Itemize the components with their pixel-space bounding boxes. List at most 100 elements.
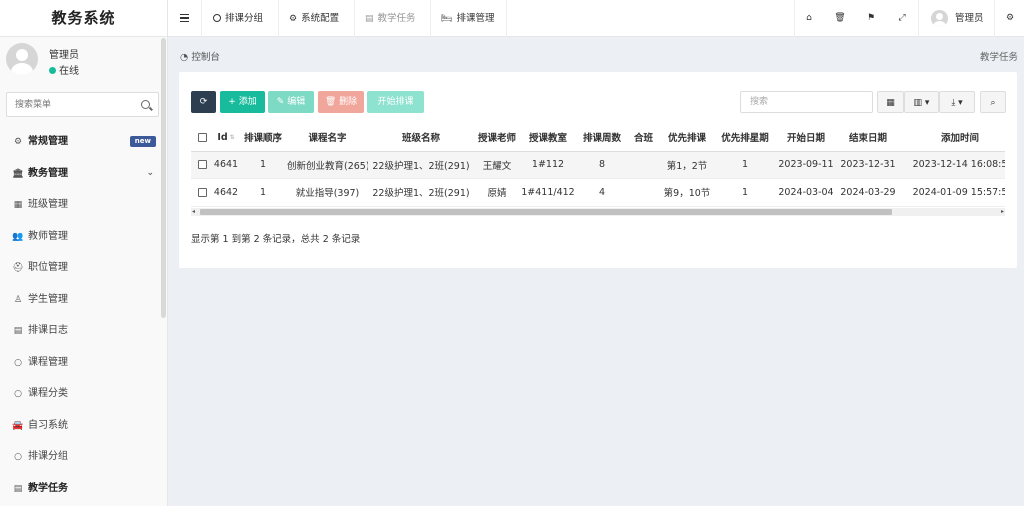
table-cell: 第9，10节 [659, 178, 715, 207]
table-cell: 4642 [213, 178, 239, 207]
edit-button[interactable]: ✎ 编辑 [268, 91, 314, 113]
column-header: 排课顺序 [239, 124, 287, 152]
column-header[interactable]: Id ⇅ [213, 124, 239, 152]
table-cell: 2023-12-31 [837, 151, 899, 179]
table-cell: 2024-03-29 [837, 178, 899, 207]
tab-teaching-tasks[interactable]: ▤ 教学任务 [365, 0, 416, 37]
tab-schedule-manage[interactable]: 🛏 排课管理 [441, 0, 494, 37]
table-icon: ▦ [886, 98, 895, 108]
sidebar-item-general[interactable]: ⚙ 常规管理 new [0, 126, 160, 158]
breadcrumb-dashboard[interactable]: ◔ 控制台 [180, 49, 220, 63]
scroll-right-icon[interactable]: ▸ [1001, 208, 1004, 216]
sidebar-item-positions[interactable]: ⛑ 职位管理 [0, 252, 160, 284]
sidebar-item-teachers[interactable]: 👥 教师管理 [0, 221, 160, 253]
user-status-text: 在线 [59, 66, 79, 77]
tab-label: 排课管理 [456, 13, 495, 24]
sidebar-item-self-study[interactable]: 🚘 自习系统 [0, 410, 160, 442]
table-cell: 1 [715, 151, 775, 179]
download-icon: ⤓ ▾ [951, 98, 963, 108]
columns-button[interactable]: ▥ ▾ [904, 91, 939, 113]
sidebar-item-courses[interactable]: ○ 课程管理 [0, 347, 160, 379]
row-checkbox[interactable] [197, 187, 207, 197]
sidebar-item-label: 职位管理 [28, 262, 68, 273]
bed-icon: 🛏 [441, 14, 453, 24]
sidebar-item-label: 教务管理 [28, 167, 68, 179]
table-cell: 2024-01-09 15:57:5 [899, 178, 1005, 207]
table-cell: 第1，2节 [659, 151, 715, 179]
table-row[interactable]: 4641 1 创新创业教育(265) 22级护理1、2班(291) 王耀文 1#… [191, 151, 1005, 179]
breadcrumb-label: 控制台 [191, 52, 220, 63]
top-navbar: 排课分组 ⚙ 系统配置 ▤ 教学任务 🛏 排课管理 ⌂ 🗑 ⚑ ⤢ 管理员 ⚙ [168, 0, 1024, 37]
tab-schedule-group[interactable]: 排课分组 [213, 0, 263, 37]
sidebar-item-label: 常规管理 [28, 136, 68, 147]
toggle-view-button[interactable]: ▦ [877, 91, 904, 113]
start-schedule-button[interactable]: 开始排课 [367, 91, 424, 113]
column-header: 班级名称 [368, 124, 474, 152]
sidebar-item-students[interactable]: ♙ 学生管理 [0, 284, 160, 316]
table-cell [628, 151, 659, 179]
menu-search-input[interactable] [7, 93, 132, 116]
select-all-checkbox[interactable] [197, 132, 207, 142]
dashboard-icon: ◔ [180, 52, 192, 63]
column-header: 课程名字 [287, 124, 368, 152]
menu-toggle-icon[interactable] [180, 14, 189, 22]
table-cell: 22级护理1、2班(291) [368, 151, 474, 179]
sidebar-item-label: 排课分组 [28, 451, 68, 462]
sidebar-item-teaching-tasks[interactable]: ▤ 教学任务 [0, 473, 160, 505]
sidebar-item-label: 排课日志 [28, 325, 68, 336]
sidebar-item-label: 教学任务 [28, 482, 68, 494]
user-status: 在线 [49, 62, 79, 77]
sort-icon: ⇅ [229, 133, 235, 141]
table-cell: 就业指导(397) [287, 178, 368, 207]
nav-divider [201, 0, 202, 37]
column-header: 开始日期 [775, 124, 837, 152]
table-horizontal-scrollbar[interactable]: ◂ ▸ [191, 208, 1005, 216]
sidebar-item-schedule-log[interactable]: ▤ 排课日志 [0, 315, 160, 347]
fullscreen-icon[interactable]: ⤢ [888, 0, 916, 37]
column-header: 优先排星期 [715, 124, 775, 152]
nav-divider [430, 0, 431, 37]
table-cell: 4 [576, 178, 628, 207]
student-icon: ♙ [13, 294, 23, 305]
scrollbar-thumb[interactable] [200, 209, 892, 215]
row-checkbox[interactable] [197, 160, 207, 170]
sidebar-item-course-category[interactable]: ○ 课程分类 [0, 378, 160, 410]
sidebar-scrollbar[interactable] [161, 38, 166, 318]
sidebar-item-label: 课程分类 [28, 388, 68, 399]
home-icon[interactable]: ⌂ [795, 0, 823, 37]
table-row[interactable]: 4642 1 就业指导(397) 22级护理1、2班(291) 原婧 1#411… [191, 178, 1005, 207]
top-user-name[interactable]: 管理员 [955, 0, 984, 37]
language-icon[interactable]: ⚑ [857, 0, 885, 37]
search-icon[interactable] [141, 100, 150, 109]
users-icon: 👥 [12, 231, 24, 242]
sidebar-item-label: 自习系统 [28, 419, 68, 431]
sidebar-item-classes[interactable]: ▦ 班级管理 [0, 189, 160, 221]
online-dot-icon [49, 67, 56, 74]
tab-system-config[interactable]: ⚙ 系统配置 [289, 0, 339, 37]
refresh-icon: ⟳ [199, 97, 208, 107]
table-cell: 1 [239, 178, 287, 207]
add-button[interactable]: + 添加 [220, 91, 265, 113]
refresh-button[interactable]: ⟳ [191, 91, 216, 113]
table-search-input[interactable]: 搜索 [740, 91, 873, 113]
table-cell: 2023-12-14 16:08:5 [899, 151, 1005, 179]
app-logo[interactable]: 教务系统 [0, 0, 167, 37]
scroll-left-icon[interactable]: ◂ [192, 208, 195, 216]
cogs-icon[interactable]: ⚙ [996, 0, 1024, 37]
sidebar-item-schedule-group[interactable]: ○ 排课分组 [0, 441, 160, 473]
nav-divider [918, 0, 919, 37]
new-badge: new [129, 136, 156, 147]
top-user-avatar[interactable] [931, 10, 948, 27]
trash-icon[interactable]: 🗑 [826, 0, 854, 37]
institution-icon: 🏛 [12, 168, 24, 179]
sidebar-item-label: 教师管理 [28, 230, 68, 242]
sidebar-item-academic[interactable]: 🏛 教务管理 ⌄ [0, 158, 160, 190]
table-cell: 8 [576, 151, 628, 179]
circle-icon: ○ [14, 452, 22, 462]
edit-label: 编辑 [287, 97, 306, 107]
circle-icon: ○ [14, 389, 22, 399]
export-button[interactable]: ⤓ ▾ [939, 91, 975, 113]
delete-button[interactable]: 🗑 删除 [318, 91, 364, 113]
sidebar-item-label: 班级管理 [28, 199, 68, 210]
search-toggle-button[interactable]: ⌕ [980, 91, 1006, 113]
